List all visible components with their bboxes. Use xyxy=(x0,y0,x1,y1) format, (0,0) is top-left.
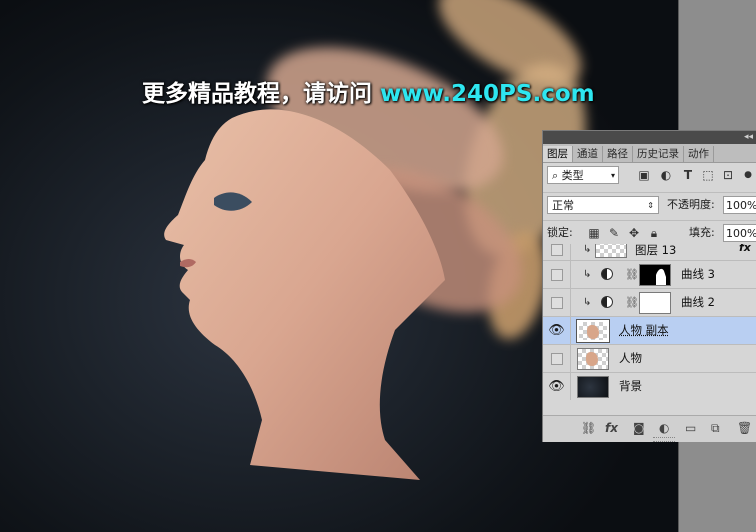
layer-name[interactable]: 人物 xyxy=(619,345,642,372)
lock-image-brush-icon[interactable]: ✎ xyxy=(607,226,621,240)
layer-filter-dropdown[interactable]: ⌕ 类型 ▾ xyxy=(547,166,619,184)
layer-row[interactable]: 人物 xyxy=(543,344,756,372)
tab-paths[interactable]: 路径 xyxy=(603,146,633,162)
layer-thumbnail xyxy=(576,319,610,343)
new-adjustment-layer-icon[interactable]: ◐ xyxy=(659,420,669,436)
chevron-down-icon: ▾ xyxy=(610,171,615,180)
blend-row: 正常 ⇕ 不透明度: 100% xyxy=(543,192,756,217)
lock-position-move-icon[interactable]: ✥ xyxy=(627,226,641,240)
lock-label: 锁定: xyxy=(547,226,573,239)
visibility-toggle[interactable] xyxy=(543,244,571,260)
tab-channels[interactable]: 通道 xyxy=(573,146,603,162)
shape-filter-icon[interactable]: ⬚ xyxy=(701,168,715,182)
add-mask-icon[interactable]: ◙ xyxy=(633,420,645,436)
layer-row[interactable]: 👁︎ 背景 xyxy=(543,372,756,400)
visibility-toggle[interactable] xyxy=(543,289,571,316)
delete-layer-trash-icon[interactable]: 🗑︎ xyxy=(737,420,752,436)
layer-row[interactable]: ↳ ⛓︎ 曲线 3 xyxy=(543,260,756,288)
type-filter-icon[interactable]: T xyxy=(681,168,695,182)
tab-layers[interactable]: 图层 xyxy=(543,146,573,162)
filter-row: ⌕ 类型 ▾ ▣ ◐ T ⬚ ⊡ ● xyxy=(543,164,756,188)
layer-mask-thumbnail[interactable] xyxy=(639,292,671,314)
layer-name[interactable]: 曲线 3 xyxy=(681,261,715,288)
link-layers-icon[interactable]: ⛓︎ xyxy=(581,420,596,436)
visibility-toggle[interactable] xyxy=(543,261,571,288)
filter-kind-label: 类型 xyxy=(561,169,584,182)
lock-row: 锁定: ▦ ✎ ✥ 🔒︎ 填充: 100% xyxy=(543,220,756,245)
tab-actions[interactable]: 动作 xyxy=(684,146,714,162)
adjustment-filter-icon[interactable]: ◐ xyxy=(659,168,673,182)
new-layer-icon[interactable]: ⧉ xyxy=(711,420,720,436)
layer-name[interactable]: 背景 xyxy=(619,373,642,400)
watermark-text: 更多精品教程，请访问 xyxy=(142,81,372,107)
blend-mode-value: 正常 xyxy=(552,199,574,212)
layer-thumbnail xyxy=(577,376,609,398)
chevron-updown-icon: ⇕ xyxy=(647,201,654,210)
curves-adjustment-icon xyxy=(601,296,613,308)
opacity-input[interactable]: 100% xyxy=(723,196,756,214)
link-chain-icon[interactable]: ⛓︎ xyxy=(625,261,639,288)
fill-input[interactable]: 100% xyxy=(723,224,756,242)
tab-history[interactable]: 历史记录 xyxy=(633,146,684,162)
layer-name[interactable]: 人物 副本 xyxy=(619,317,669,344)
opacity-label: 不透明度: xyxy=(667,198,715,211)
blend-mode-dropdown[interactable]: 正常 ⇕ xyxy=(547,196,659,214)
panel-title-bar[interactable]: ◂◂ xyxy=(543,131,756,144)
layer-row[interactable]: ↳ ⛓︎ 曲线 2 xyxy=(543,288,756,316)
layer-row[interactable]: ↳ 图层 13 fx xyxy=(543,244,756,260)
new-group-folder-icon[interactable]: ▭ xyxy=(685,420,696,436)
panel-tabs: 图层 通道 路径 历史记录 动作 xyxy=(543,144,756,163)
clipping-arrow-icon: ↳ xyxy=(583,297,592,308)
smart-object-filter-icon[interactable]: ⊡ xyxy=(721,168,735,182)
add-layer-style-icon[interactable]: fx xyxy=(605,420,618,436)
link-chain-icon[interactable]: ⛓︎ xyxy=(625,289,639,316)
visibility-toggle[interactable] xyxy=(543,345,571,372)
image-filter-icon[interactable]: ▣ xyxy=(637,168,651,182)
search-icon: ⌕ xyxy=(552,169,559,182)
eye-icon[interactable]: 👁︎ xyxy=(543,373,571,400)
layer-mask-thumbnail[interactable] xyxy=(639,264,671,286)
watermark: 更多精品教程，请访问 www.240PS.com xyxy=(142,74,595,108)
collapse-icon[interactable]: ◂◂ xyxy=(744,132,753,142)
layer-name[interactable]: 曲线 2 xyxy=(681,289,715,316)
fill-label: 填充: xyxy=(689,226,715,239)
fx-icon[interactable]: fx xyxy=(739,244,751,261)
curves-adjustment-icon xyxy=(601,268,613,280)
face-shape xyxy=(164,109,445,481)
filter-toggle-icon[interactable]: ● xyxy=(741,168,755,182)
eye-icon[interactable]: 👁︎ xyxy=(543,317,571,344)
layer-row-selected[interactable]: 👁︎ 人物 副本 xyxy=(543,316,756,344)
resize-grip[interactable] xyxy=(653,437,675,442)
watermark-url: www.240PS.com xyxy=(380,81,595,107)
clipping-arrow-icon: ↳ xyxy=(583,269,592,280)
lock-all-icon[interactable]: 🔒︎ xyxy=(647,226,661,240)
layers-list[interactable]: ↳ 图层 13 fx ↳ ⛓︎ 曲线 3 ↳ ⛓︎ 曲线 2 👁︎ 人物 副本 … xyxy=(543,244,756,415)
layer-thumbnail xyxy=(595,244,627,258)
layer-thumbnail xyxy=(577,348,609,370)
panel-footer: ⛓︎ fx ◙ ◐ ▭ ⧉ 🗑︎ xyxy=(543,415,756,442)
layers-panel[interactable]: ◂◂ 图层 通道 路径 历史记录 动作 ⌕ 类型 ▾ ▣ ◐ T ⬚ ⊡ ● 正… xyxy=(542,130,756,442)
lock-transparent-icon[interactable]: ▦ xyxy=(587,226,601,240)
